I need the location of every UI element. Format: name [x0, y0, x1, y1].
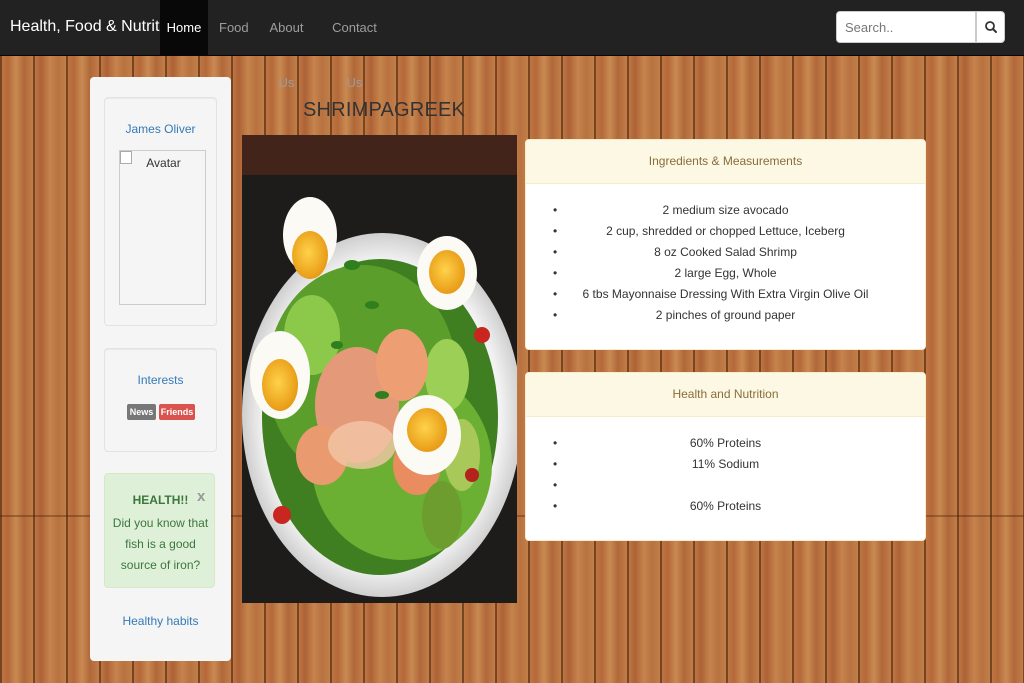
nav-home[interactable]: Home — [160, 0, 208, 55]
list-item: 6 tbs Mayonnaise Dressing With Extra Vir… — [526, 284, 925, 305]
search-button[interactable] — [976, 11, 1005, 43]
list-item: 8 oz Cooked Salad Shrimp — [526, 242, 925, 263]
sidebar: James Oliver Avatar Interests News Frien… — [90, 77, 231, 661]
health-alert: x HEALTH!! Did you know that fish is a g… — [104, 473, 215, 588]
ingredients-list: 2 medium size avocado 2 cup, shredded or… — [526, 184, 925, 326]
healthy-habits-link[interactable]: Healthy habits — [90, 614, 231, 628]
nav-food[interactable]: Food — [219, 0, 249, 55]
avatar-alt-text: Avatar — [146, 156, 181, 170]
alert-body: Did you know that fish is a good source … — [112, 516, 209, 572]
nav-contact-us[interactable]: Contact Us — [328, 0, 381, 90]
list-item: 60% Proteins — [526, 496, 925, 517]
list-item: 2 cup, shredded or chopped Lettuce, Iceb… — [526, 221, 925, 242]
list-item: 2 large Egg, Whole — [526, 263, 925, 284]
avatar: Avatar — [119, 150, 206, 305]
nutrition-panel: Health and Nutrition 60% Proteins 11% So… — [525, 372, 926, 541]
recipe-title: SHRIMPAGREEK — [303, 99, 466, 121]
list-item: 60% Proteins — [526, 433, 925, 454]
alert-title: HEALTH!! — [132, 493, 189, 507]
friends-label[interactable]: Friends — [159, 404, 195, 420]
search-input[interactable] — [836, 11, 976, 43]
ingredients-panel: Ingredients & Measurements 2 medium size… — [525, 139, 926, 350]
news-label[interactable]: News — [127, 404, 156, 420]
interests-card: Interests News Friends — [104, 348, 217, 452]
top-navbar: Health, Food & Nutrition Home Food About… — [0, 0, 1024, 90]
profile-name[interactable]: James Oliver — [105, 122, 216, 136]
brand-title[interactable]: Health, Food & Nutrition — [10, 18, 181, 36]
list-item — [526, 475, 925, 496]
list-item: 2 pinches of ground paper — [526, 305, 925, 326]
list-item: 11% Sodium — [526, 454, 925, 475]
profile-card: James Oliver Avatar — [104, 97, 217, 326]
search-icon — [985, 21, 997, 33]
nav-about-us[interactable]: About Us — [264, 0, 309, 90]
nutrition-list: 60% Proteins 11% Sodium 60% Proteins — [526, 417, 925, 517]
food-photo — [242, 135, 517, 603]
interests-title[interactable]: Interests — [105, 373, 216, 387]
list-item: 2 medium size avocado — [526, 200, 925, 221]
nutrition-heading: Health and Nutrition — [526, 373, 925, 417]
ingredients-heading: Ingredients & Measurements — [526, 140, 925, 184]
